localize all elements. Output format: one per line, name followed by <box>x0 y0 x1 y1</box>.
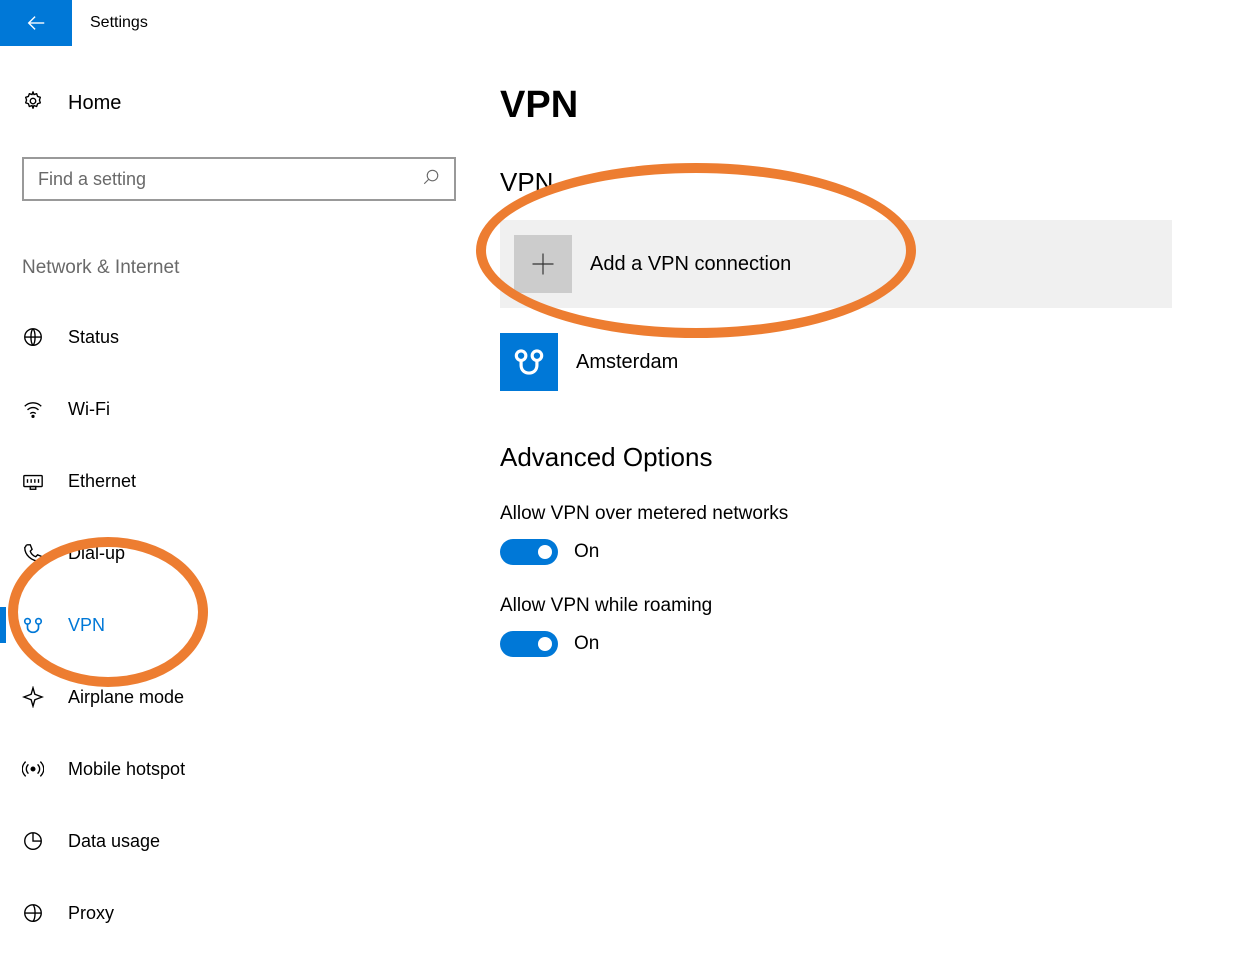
airplane-icon <box>22 686 44 708</box>
hotspot-icon <box>22 758 44 780</box>
section-title: Network & Internet <box>22 257 500 279</box>
sidebar-item-ethernet[interactable]: Ethernet <box>22 457 500 505</box>
home-link[interactable]: Home <box>22 90 500 117</box>
sidebar-item-wifi[interactable]: Wi-Fi <box>22 385 500 433</box>
header: Settings <box>0 0 1257 46</box>
toggle-roaming-state: On <box>574 633 599 655</box>
sidebar-item-label: Dial-up <box>68 543 125 564</box>
toggle-metered-state: On <box>574 541 599 563</box>
sidebar-item-airplane[interactable]: Airplane mode <box>22 673 500 721</box>
ethernet-icon <box>22 470 44 492</box>
option-metered-label: Allow VPN over metered networks <box>500 503 1200 525</box>
sidebar-item-label: Airplane mode <box>68 687 184 708</box>
search-placeholder: Find a setting <box>38 169 146 190</box>
toggle-metered[interactable] <box>500 539 558 565</box>
sidebar-item-status[interactable]: Status <box>22 313 500 361</box>
home-label: Home <box>68 92 121 115</box>
toggle-roaming[interactable] <box>500 631 558 657</box>
sidebar-item-vpn[interactable]: VPN <box>22 601 500 649</box>
vpn-connection-name: Amsterdam <box>576 351 678 374</box>
sidebar-item-hotspot[interactable]: Mobile hotspot <box>22 745 500 793</box>
add-vpn-label: Add a VPN connection <box>590 253 791 276</box>
main-content: VPN VPN Add a VPN connection Amsterdam A… <box>500 46 1200 961</box>
sidebar-item-datausage[interactable]: Data usage <box>22 817 500 865</box>
gear-icon <box>22 90 44 117</box>
vpn-icon <box>22 614 44 636</box>
header-title: Settings <box>72 14 148 32</box>
page-title: VPN <box>500 84 1200 127</box>
sidebar-item-label: Ethernet <box>68 471 136 492</box>
option-roaming-label: Allow VPN while roaming <box>500 595 1200 617</box>
piechart-icon <box>22 830 44 852</box>
sidebar: Home Find a setting Network & Internet S… <box>0 46 500 961</box>
vpn-connection-item[interactable]: Amsterdam <box>500 322 1200 402</box>
proxy-icon <box>22 902 44 924</box>
plus-icon <box>514 235 572 293</box>
add-vpn-button[interactable]: Add a VPN connection <box>500 220 1172 308</box>
sidebar-item-label: Proxy <box>68 903 114 924</box>
arrow-left-icon <box>25 12 47 34</box>
sidebar-item-label: Status <box>68 327 119 348</box>
globe-icon <box>22 326 44 348</box>
sidebar-item-label: VPN <box>68 615 105 636</box>
sidebar-item-label: Data usage <box>68 831 160 852</box>
vpn-section-title: VPN <box>500 167 1200 198</box>
sidebar-item-dialup[interactable]: Dial-up <box>22 529 500 577</box>
active-indicator <box>0 607 6 643</box>
advanced-options-title: Advanced Options <box>500 442 1200 473</box>
sidebar-item-label: Wi-Fi <box>68 399 110 420</box>
wifi-icon <box>22 398 44 420</box>
sidebar-item-label: Mobile hotspot <box>68 759 185 780</box>
vpn-connection-icon <box>500 333 558 391</box>
search-icon <box>422 168 440 191</box>
sidebar-item-proxy[interactable]: Proxy <box>22 889 500 937</box>
phone-icon <box>22 542 44 564</box>
back-button[interactable] <box>0 0 72 46</box>
search-input[interactable]: Find a setting <box>22 157 456 201</box>
